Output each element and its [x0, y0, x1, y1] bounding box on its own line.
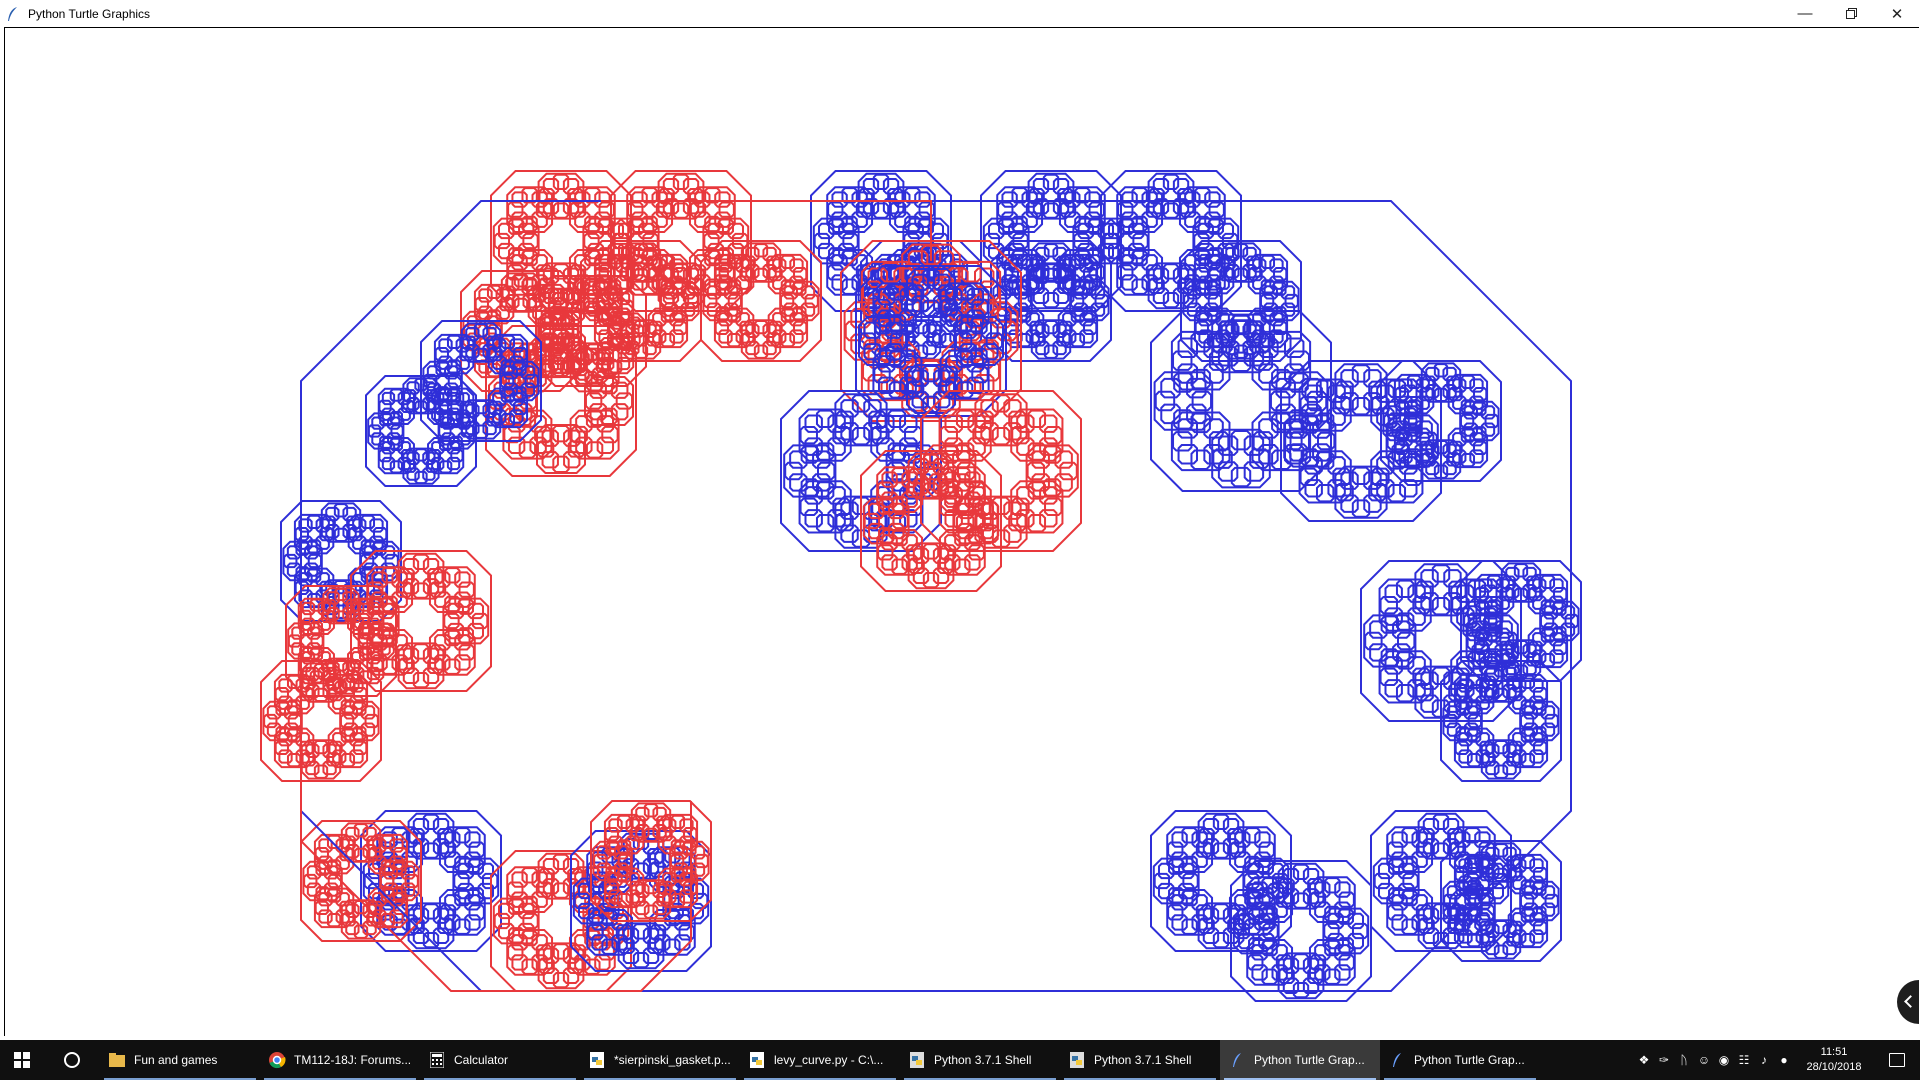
feather-tray-icon[interactable]: ✑ — [1654, 1040, 1674, 1080]
people-icon[interactable]: ☺ — [1694, 1040, 1714, 1080]
globe-icon[interactable]: ◉ — [1714, 1040, 1734, 1080]
notification-icon — [1889, 1053, 1905, 1067]
start-button[interactable] — [0, 1040, 44, 1080]
clock-date: 28/10/2018 — [1806, 1061, 1862, 1073]
taskbar-item-turtle-graphics-1[interactable]: Python Turtle Grap... — [1220, 1040, 1380, 1080]
minimize-icon: — — [1797, 5, 1813, 22]
dropbox-icon[interactable]: ❖ — [1634, 1040, 1654, 1080]
taskbar-item-calculator[interactable]: Calculator — [420, 1040, 580, 1080]
chrome-icon — [268, 1051, 286, 1069]
chrome-tray-icon[interactable]: ● — [1774, 1040, 1794, 1080]
close-button[interactable]: ✕ — [1874, 0, 1920, 27]
windows-start-icon — [14, 1052, 30, 1068]
minimize-button[interactable]: — — [1782, 0, 1828, 27]
system-tray: ❖ ✑ ᚢ ☺ ◉ ☷ ♪ ● 11:51 28/10/2018 — [1634, 1040, 1920, 1080]
calculator-icon — [428, 1051, 446, 1069]
fractal-drawing — [260, 170, 1582, 1002]
taskbar: Fun and games TM112-18J: Forums... Calcu… — [0, 1040, 1920, 1080]
taskbar-item-chrome[interactable]: TM112-18J: Forums... — [260, 1040, 420, 1080]
turtle-canvas — [4, 27, 1919, 1036]
cortana-ring-icon — [64, 1052, 80, 1068]
window-title: Python Turtle Graphics — [28, 6, 151, 21]
feather-icon — [1388, 1051, 1406, 1069]
feather-icon — [1228, 1051, 1246, 1069]
network-icon[interactable]: ☷ — [1734, 1040, 1754, 1080]
volume-icon[interactable]: ♪ — [1754, 1040, 1774, 1080]
clock[interactable]: 11:51 28/10/2018 — [1794, 1045, 1874, 1075]
close-icon: ✕ — [1890, 5, 1904, 23]
folder-icon — [108, 1051, 126, 1069]
python-file-icon — [748, 1051, 766, 1069]
taskbar-item-fun-and-games[interactable]: Fun and games — [100, 1040, 260, 1080]
restore-icon — [1845, 8, 1857, 19]
python-icon — [1068, 1051, 1086, 1069]
restore-button[interactable] — [1828, 0, 1874, 27]
python-icon — [908, 1051, 926, 1069]
taskbar-item-sierpinski-gasket[interactable]: *sierpinski_gasket.p... — [580, 1040, 740, 1080]
taskbar-item-levy-curve[interactable]: levy_curve.py - C:\... — [740, 1040, 900, 1080]
action-center-button[interactable] — [1874, 1040, 1920, 1080]
taskbar-item-python-shell-2[interactable]: Python 3.7.1 Shell — [1060, 1040, 1220, 1080]
feather-icon — [8, 6, 17, 21]
title-bar: Python Turtle Graphics — ✕ — [0, 0, 1920, 27]
taskbar-item-turtle-graphics-2[interactable]: Python Turtle Grap... — [1380, 1040, 1540, 1080]
clock-time: 11:51 — [1820, 1046, 1848, 1058]
python-file-icon — [588, 1051, 606, 1069]
taskbar-item-python-shell-1[interactable]: Python 3.7.1 Shell — [900, 1040, 1060, 1080]
cortana-button[interactable] — [44, 1040, 100, 1080]
bluetooth-icon[interactable]: ᚢ — [1674, 1040, 1694, 1080]
